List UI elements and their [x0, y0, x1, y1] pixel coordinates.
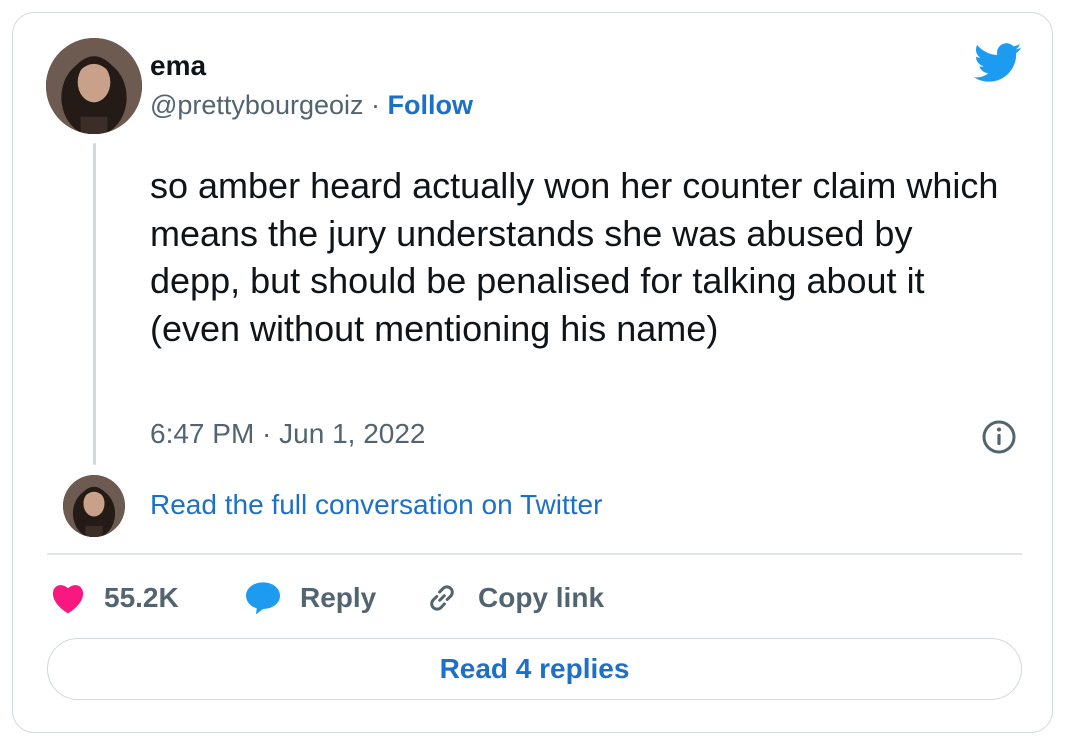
speech-bubble-icon: [246, 582, 280, 615]
handle-separator: ·: [363, 90, 388, 120]
read-full-conversation-link[interactable]: Read the full conversation on Twitter: [150, 489, 602, 521]
reply-label: Reply: [300, 582, 377, 613]
author-avatar[interactable]: [46, 38, 142, 134]
info-icon[interactable]: [980, 418, 1018, 456]
divider: [47, 553, 1022, 555]
thread-line: [93, 143, 96, 465]
avatar-photo: [46, 38, 142, 134]
copy-link-label: Copy link: [478, 582, 605, 613]
read-replies-button[interactable]: Read 4 replies: [47, 638, 1022, 700]
twitter-bird-icon[interactable]: [974, 43, 1022, 83]
copy-link-button[interactable]: Copy link: [424, 578, 604, 618]
follow-button[interactable]: Follow: [388, 90, 473, 120]
like-button[interactable]: 55.2K: [50, 578, 179, 618]
author-handle[interactable]: @prettybourgeoiz: [150, 90, 364, 120]
link-icon: [430, 585, 454, 611]
author-handle-row: @prettybourgeoiz · Follow: [150, 90, 473, 121]
author-avatar-small[interactable]: [63, 475, 125, 537]
heart-icon: [52, 585, 84, 614]
reply-button[interactable]: Reply: [244, 578, 376, 618]
author-name[interactable]: ema: [150, 50, 206, 82]
like-count: 55.2K: [104, 582, 179, 613]
avatar-photo: [63, 475, 125, 537]
tweet-timestamp[interactable]: 6:47 PM · Jun 1, 2022: [150, 418, 426, 450]
read-replies-label: Read 4 replies: [439, 653, 630, 684]
tweet-text: so amber heard actually won her counter …: [150, 165, 999, 349]
